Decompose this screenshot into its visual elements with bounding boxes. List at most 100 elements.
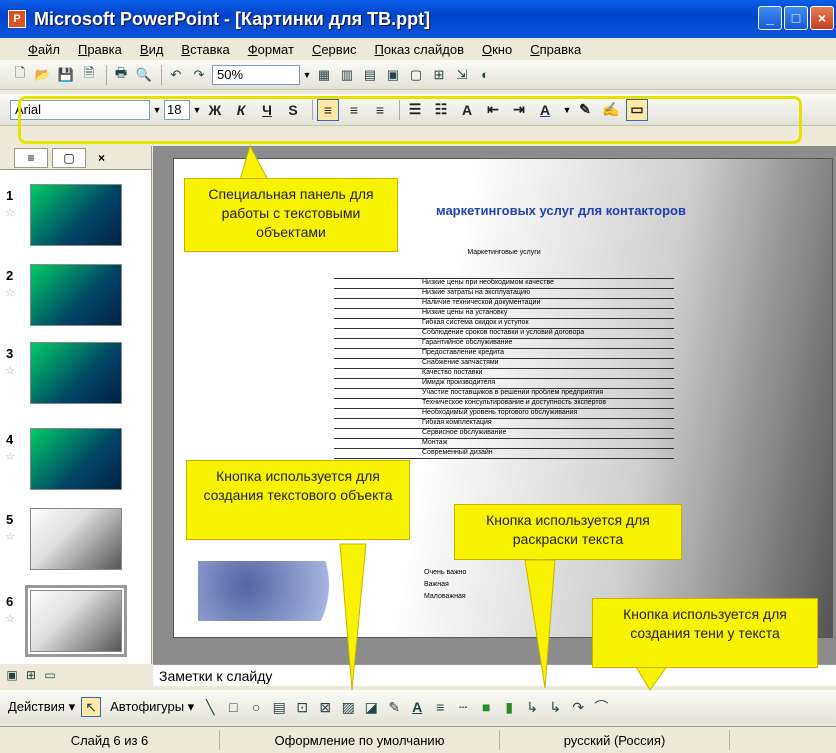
sorter-view-icon[interactable]: ⊞ <box>23 667 39 683</box>
expand-icon[interactable]: ⇲ <box>452 65 472 85</box>
powerpoint-app-icon[interactable]: P <box>8 10 26 28</box>
font-color-dropdown-icon[interactable]: ▼ <box>560 100 574 120</box>
print-preview-icon[interactable]: 🔍 <box>134 65 154 85</box>
decrease-indent-button[interactable]: ⇤ <box>482 99 504 121</box>
design-button[interactable]: ✎ <box>574 99 596 121</box>
layout-icon[interactable]: ▤ <box>360 65 380 85</box>
zoom-box[interactable]: 50% <box>212 64 300 85</box>
shadow-icon[interactable]: ■ <box>476 697 496 717</box>
slide-thumbnail-2[interactable]: 2 ☆ <box>0 264 152 334</box>
slide-thumbnail-4[interactable]: 4 ☆ <box>0 428 152 498</box>
line-icon[interactable]: ╲ <box>200 697 220 717</box>
open-icon[interactable]: 📂 <box>33 65 53 85</box>
underline-button[interactable]: Ч <box>256 99 278 121</box>
font-color-button[interactable]: A <box>534 99 556 121</box>
freeform-icon[interactable]: ⌒ <box>591 697 611 717</box>
bold-button[interactable]: Ж <box>204 99 226 121</box>
size-dropdown-icon[interactable]: ▼ <box>190 100 204 120</box>
menu-window[interactable]: Окно <box>482 42 512 57</box>
increase-font-button[interactable]: A <box>456 99 478 121</box>
menu-view[interactable]: Вид <box>140 42 164 57</box>
close-button[interactable]: × <box>810 6 834 30</box>
chart-icon[interactable]: ▥ <box>337 65 357 85</box>
color-icon[interactable]: ◐ <box>475 65 495 85</box>
font-size-box[interactable]: 18 <box>164 99 190 120</box>
wordart-icon[interactable]: ⊡ <box>292 697 312 717</box>
zoom-dropdown-icon[interactable]: ▼ <box>300 65 314 85</box>
menu-slideshow[interactable]: Показ слайдов <box>374 42 464 57</box>
close-pane-icon[interactable]: × <box>98 151 105 165</box>
table-icon[interactable]: ▦ <box>314 65 334 85</box>
numbering-button[interactable]: ☰ <box>404 99 426 121</box>
layout3-icon[interactable]: ▢ <box>406 65 426 85</box>
menu-edit[interactable]: Правка <box>78 42 122 57</box>
slide-number: 2 <box>6 268 14 283</box>
slide-thumbnail-5[interactable]: 5 ☆ <box>0 508 152 578</box>
fill-color-icon[interactable]: ◪ <box>361 697 381 717</box>
menu-help[interactable]: Справка <box>530 42 581 57</box>
slide-title[interactable]: маркетинговых услуг для контакторов <box>436 203 686 218</box>
oval-icon[interactable]: ○ <box>246 697 266 717</box>
permission-icon[interactable]: 🗎 <box>79 65 99 85</box>
align-right-button[interactable]: ≡ <box>369 99 391 121</box>
font-color-icon[interactable]: A <box>407 697 427 717</box>
table-row: Сервисное обслуживание <box>334 429 674 439</box>
align-center-button[interactable]: ≡ <box>343 99 365 121</box>
star-icon: ☆ <box>5 451 15 463</box>
slide-thumbnail-1[interactable]: 1 ☆ <box>0 184 152 254</box>
callout-color: Кнопка используется для раскраски текста <box>454 504 682 560</box>
slide-thumbnail-6[interactable]: 6 ☆ <box>0 585 152 660</box>
dash-style-icon[interactable]: ┄ <box>453 697 473 717</box>
rectangle-icon[interactable]: □ <box>223 697 243 717</box>
textbox-icon[interactable]: ▤ <box>269 697 289 717</box>
menu-tools[interactable]: Сервис <box>312 42 357 57</box>
increase-indent-button[interactable]: ⇥ <box>508 99 530 121</box>
slide-thumbnail-3[interactable]: 3 ☆ <box>0 342 152 412</box>
font-name-box[interactable]: Arial <box>10 99 150 120</box>
normal-view-icon[interactable]: ▣ <box>4 667 20 683</box>
connector-icon[interactable]: ↳ <box>522 697 542 717</box>
select-arrow-icon[interactable]: ↖ <box>81 697 102 717</box>
save-icon[interactable]: 💾 <box>56 65 76 85</box>
bullets-button[interactable]: ☷ <box>430 99 452 121</box>
shadow-button[interactable]: S <box>282 99 304 121</box>
tab-slides[interactable]: ▢ <box>52 147 86 168</box>
slide-layout-button[interactable]: ▭ <box>626 98 648 121</box>
new-slide-button[interactable]: ✍ <box>600 99 622 121</box>
status-bar: Слайд 6 из 6 Оформление по умолчанию рус… <box>0 726 836 753</box>
menu-file[interactable]: Файл <box>28 42 60 57</box>
clipart-icon[interactable]: ▨ <box>338 697 358 717</box>
autoshapes-menu[interactable]: Автофигуры ▾ <box>110 699 194 715</box>
legend-item: Важная <box>424 581 449 588</box>
italic-button[interactable]: К <box>230 99 252 121</box>
toolbar-separator <box>399 99 400 120</box>
diagram-icon[interactable]: ⊠ <box>315 697 335 717</box>
3d-icon[interactable]: ▮ <box>499 697 519 717</box>
line-style-icon[interactable]: ≡ <box>430 697 450 717</box>
minimize-button[interactable]: _ <box>758 6 782 30</box>
view-buttons: ▣ ⊞ ▭ <box>0 664 152 686</box>
slide-number: 1 <box>6 188 14 203</box>
table-row: Имидж производителя <box>334 379 674 389</box>
menu-format[interactable]: Формат <box>248 42 294 57</box>
table-row: Низкие цены на установку <box>334 309 674 319</box>
redo-icon[interactable]: ↷ <box>189 65 209 85</box>
connector2-icon[interactable]: ↳ <box>545 697 565 717</box>
grid-icon[interactable]: ⊞ <box>429 65 449 85</box>
new-icon[interactable]: 🗋 <box>10 65 30 85</box>
line-color-icon[interactable]: ✎ <box>384 697 404 717</box>
toolbar-separator <box>161 64 162 85</box>
table-row: Гибкая комплектация <box>334 419 674 429</box>
font-dropdown-icon[interactable]: ▼ <box>150 100 164 120</box>
tab-outline[interactable]: ≡ <box>14 147 48 168</box>
actions-menu[interactable]: Действия ▾ <box>8 699 75 715</box>
slideshow-view-icon[interactable]: ▭ <box>42 667 58 683</box>
align-left-button[interactable]: ≡ <box>317 98 339 121</box>
connector3-icon[interactable]: ↷ <box>568 697 588 717</box>
print-icon[interactable]: 🖶 <box>111 65 131 85</box>
slide-table[interactable]: Маркетинговые услуги Низкие цены при нео… <box>334 249 674 459</box>
undo-icon[interactable]: ↶ <box>166 65 186 85</box>
menu-insert[interactable]: Вставка <box>181 42 229 57</box>
layout2-icon[interactable]: ▣ <box>383 65 403 85</box>
maximize-button[interactable]: □ <box>784 6 808 30</box>
